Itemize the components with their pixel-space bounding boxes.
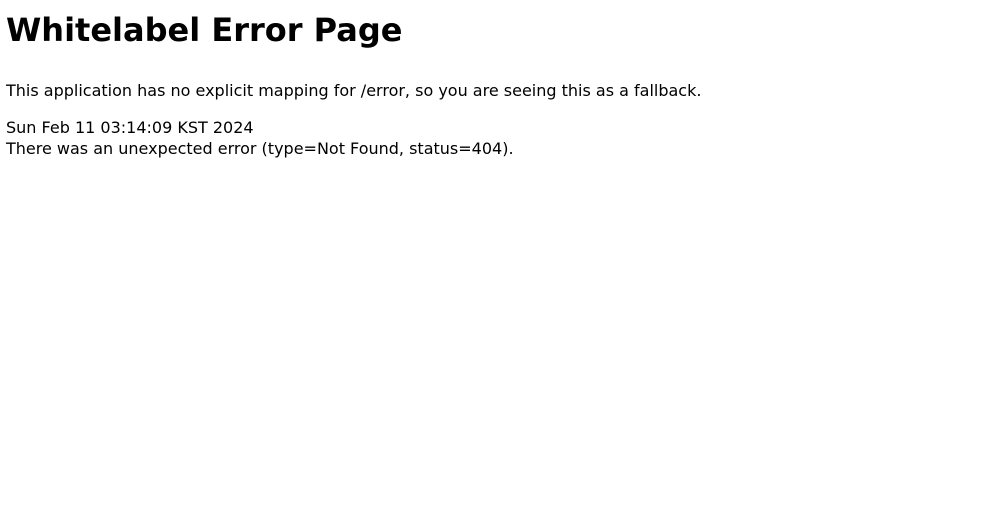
error-status-text: There was an unexpected error (type=Not … bbox=[6, 139, 514, 158]
error-timestamp: Sun Feb 11 03:14:09 KST 2024 bbox=[6, 118, 254, 137]
page-title: Whitelabel Error Page bbox=[6, 11, 403, 49]
fallback-message: This application has no explicit mapping… bbox=[6, 81, 702, 100]
error-details: Sun Feb 11 03:14:09 KST 2024 There was a… bbox=[6, 117, 998, 159]
error-page: Whitelabel Error Page This application h… bbox=[6, 10, 998, 159]
